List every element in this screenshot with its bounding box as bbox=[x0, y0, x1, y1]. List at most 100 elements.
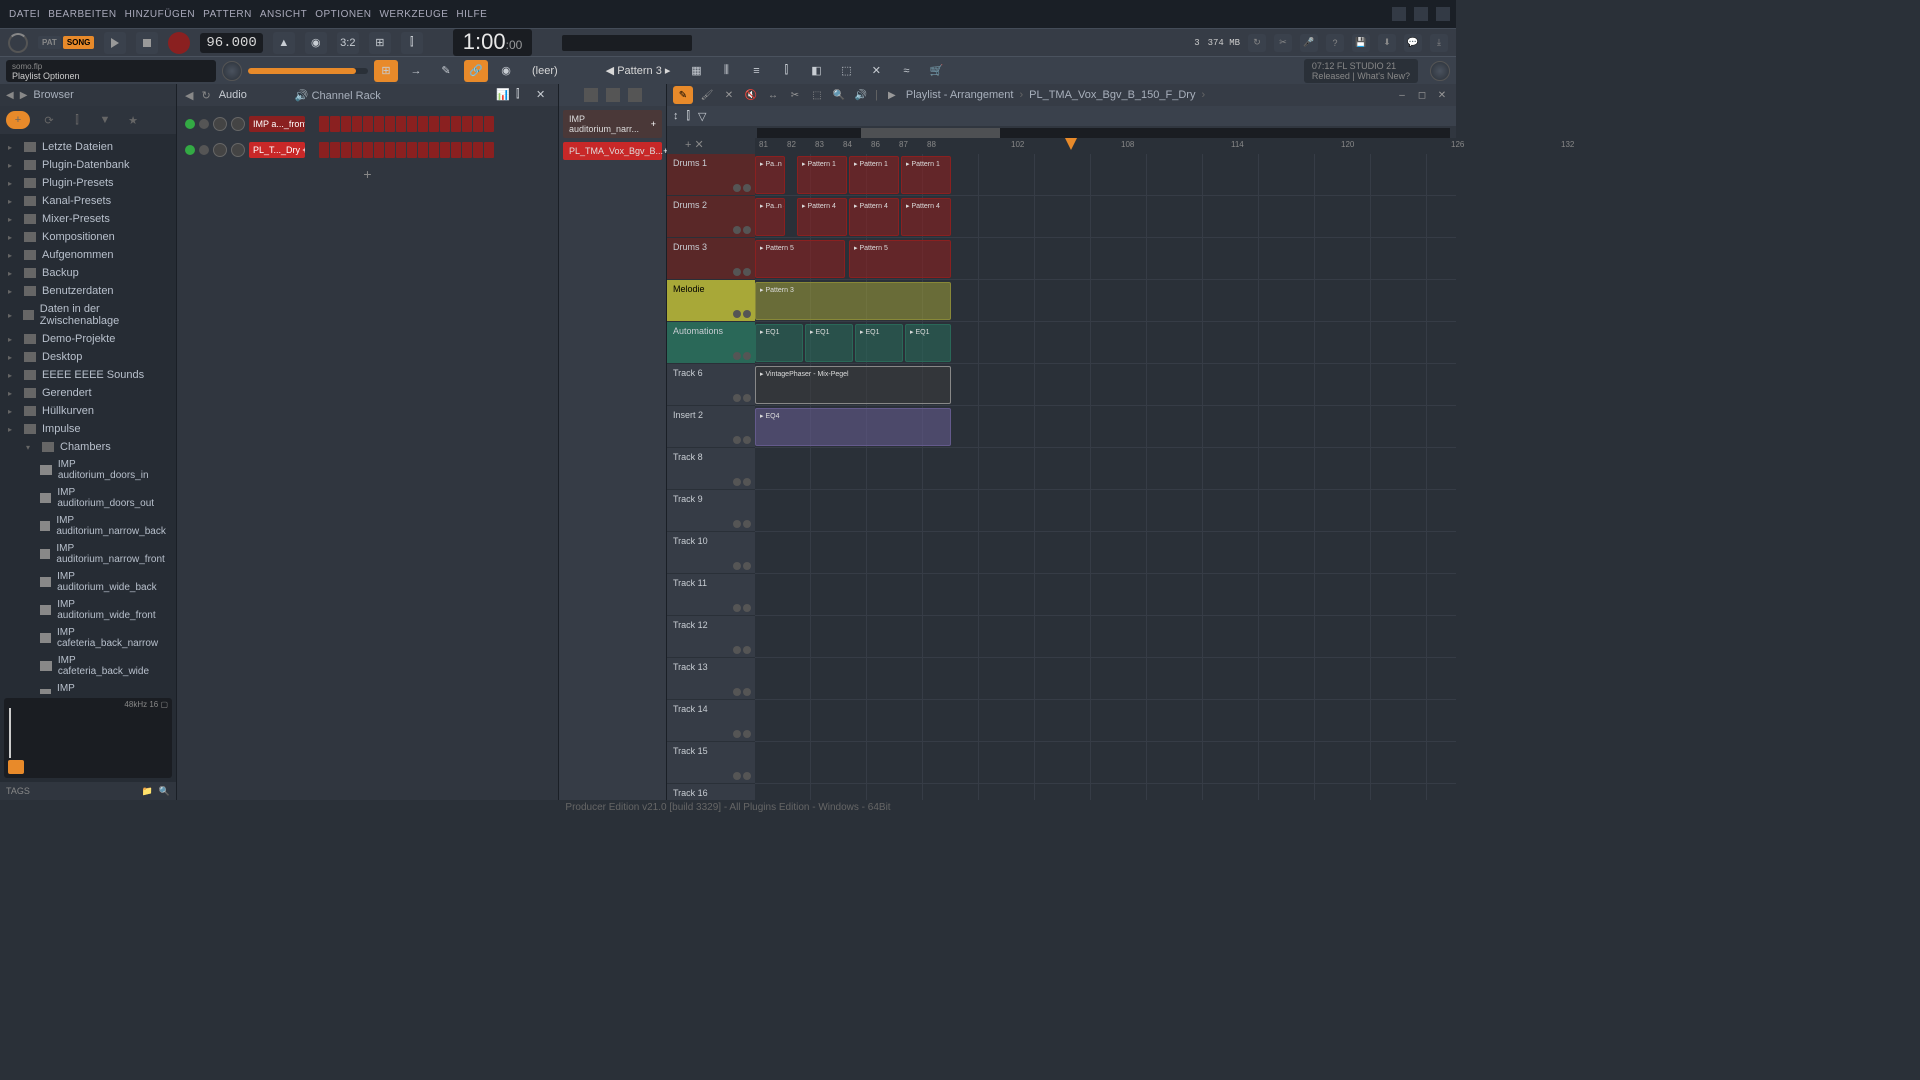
track-solo-icon[interactable] bbox=[743, 646, 751, 654]
mic-icon[interactable]: 🎤 bbox=[1300, 34, 1318, 52]
playlist-minimap[interactable] bbox=[757, 128, 1450, 138]
mute-tool-icon[interactable]: 🔇 bbox=[743, 87, 759, 103]
step-button[interactable] bbox=[396, 142, 406, 158]
playhead-marker[interactable] bbox=[1065, 138, 1077, 150]
link-control-icon[interactable]: 🔗 bbox=[464, 60, 488, 82]
picker-audio-icon[interactable] bbox=[628, 88, 642, 102]
draw-tool-icon[interactable]: ✎ bbox=[673, 86, 693, 104]
browser-fav-icon[interactable]: ★ bbox=[124, 111, 142, 129]
close-all-icon[interactable]: ✕ bbox=[864, 60, 888, 82]
track-solo-icon[interactable] bbox=[743, 226, 751, 234]
clip[interactable]: ▸ EQ1 bbox=[855, 324, 903, 362]
vol-knob[interactable] bbox=[231, 143, 245, 157]
pl-magnet-icon[interactable]: ⫿ bbox=[687, 110, 691, 123]
countdown-icon[interactable]: ◉ bbox=[305, 32, 327, 54]
track-header[interactable]: Automations bbox=[667, 322, 755, 364]
step-button[interactable] bbox=[363, 116, 373, 132]
tree-folder[interactable]: ▸Kanal-Presets bbox=[0, 192, 176, 210]
tree-folder[interactable]: ▸Aufgenommen bbox=[0, 246, 176, 264]
clip[interactable]: ▸ EQ1 bbox=[805, 324, 853, 362]
track-header[interactable]: Track 10 bbox=[667, 532, 755, 574]
clip[interactable]: ▸ Pattern 5 bbox=[849, 240, 951, 278]
clip[interactable]: ▸ Pattern 4 bbox=[797, 198, 847, 236]
track-mute-icon[interactable] bbox=[733, 268, 741, 276]
step-button[interactable] bbox=[451, 142, 461, 158]
tree-folder[interactable]: ▸Letzte Dateien bbox=[0, 138, 176, 156]
track-lane[interactable]: ▸ Pattern 3 bbox=[755, 280, 1456, 322]
track-header[interactable]: Track 8 bbox=[667, 448, 755, 490]
track-header[interactable]: Track 14 bbox=[667, 700, 755, 742]
step-button[interactable] bbox=[341, 142, 351, 158]
clip[interactable]: ▸ EQ1 bbox=[755, 324, 803, 362]
step-button[interactable] bbox=[440, 116, 450, 132]
clip[interactable]: ▸ Pattern 4 bbox=[901, 198, 951, 236]
clip[interactable]: ▸ Pattern 4 bbox=[849, 198, 899, 236]
track-mute-icon[interactable] bbox=[733, 730, 741, 738]
track-mute-icon[interactable] bbox=[733, 436, 741, 444]
zoom-tool-icon[interactable]: 🔍 bbox=[831, 87, 847, 103]
menu-pattern[interactable]: PATTERN bbox=[200, 7, 255, 22]
track-header[interactable]: Drums 3 bbox=[667, 238, 755, 280]
track-solo-icon[interactable] bbox=[743, 436, 751, 444]
pl-play-icon[interactable]: ▶ bbox=[884, 87, 900, 103]
channel-row[interactable]: PL_T..._Dry + bbox=[185, 140, 550, 160]
menu-hinzufügen[interactable]: HINZUFÜGEN bbox=[122, 7, 199, 22]
pan-knob[interactable] bbox=[213, 143, 227, 157]
clip[interactable]: ▸ VintagePhaser - Mix-Pegel bbox=[755, 366, 951, 404]
tree-file[interactable]: IMP auditorium_narrow_front bbox=[0, 540, 176, 568]
track-mute-icon[interactable] bbox=[733, 772, 741, 780]
tree-folder[interactable]: ▸Mixer-Presets bbox=[0, 210, 176, 228]
view-playlist-button[interactable]: ⊞ bbox=[374, 60, 398, 82]
tree-folder[interactable]: ▸Backup bbox=[0, 264, 176, 282]
track-mute-icon[interactable] bbox=[733, 646, 741, 654]
maximize-button[interactable] bbox=[1414, 7, 1428, 21]
paint-tool-icon[interactable]: 🖌 bbox=[699, 87, 715, 103]
track-solo-icon[interactable] bbox=[743, 688, 751, 696]
close-button[interactable] bbox=[1436, 7, 1450, 21]
download-icon[interactable]: ⤓ bbox=[1430, 34, 1448, 52]
tree-folder[interactable]: ▸Plugin-Datenbank bbox=[0, 156, 176, 174]
tree-folder[interactable]: ▸Benutzerdaten bbox=[0, 282, 176, 300]
step-button[interactable] bbox=[462, 142, 472, 158]
cr-step-icon[interactable]: ⫿ bbox=[516, 88, 530, 102]
cart-icon[interactable]: 🛒 bbox=[924, 60, 948, 82]
step-button[interactable] bbox=[484, 116, 494, 132]
track-mute-icon[interactable] bbox=[733, 352, 741, 360]
channel-name[interactable]: IMP a..._front + bbox=[249, 116, 305, 132]
tree-file[interactable]: IMP auditorium_doors_in bbox=[0, 456, 176, 484]
add-channel-button[interactable]: + bbox=[185, 166, 550, 182]
picker-auto-icon[interactable] bbox=[584, 88, 598, 102]
step-button[interactable] bbox=[440, 142, 450, 158]
track-solo-icon[interactable] bbox=[743, 394, 751, 402]
track-mute-icon[interactable] bbox=[733, 226, 741, 234]
step-button[interactable] bbox=[418, 116, 428, 132]
track-header[interactable]: Melodie bbox=[667, 280, 755, 322]
tree-folder[interactable]: ▸Desktop bbox=[0, 348, 176, 366]
track-lane[interactable] bbox=[755, 742, 1456, 784]
step-button[interactable] bbox=[385, 116, 395, 132]
step-button[interactable] bbox=[473, 116, 483, 132]
snap-selector[interactable]: (leer) bbox=[524, 62, 566, 80]
tree-file[interactable]: IMP cafeteria_back_narrow bbox=[0, 624, 176, 652]
pl-close-icon[interactable]: ✕ bbox=[1434, 87, 1450, 103]
main-volume-slider[interactable] bbox=[248, 68, 368, 74]
track-mute-icon[interactable] bbox=[733, 520, 741, 528]
menu-bearbeiten[interactable]: BEARBEITEN bbox=[45, 7, 119, 22]
step-icon[interactable]: ⊞ bbox=[369, 32, 391, 54]
track-lane[interactable]: ▸ EQ1▸ EQ1▸ EQ1▸ EQ1 bbox=[755, 322, 1456, 364]
clip[interactable]: ▸ Pattern 5 bbox=[755, 240, 845, 278]
tree-folder[interactable]: ▸Kompositionen bbox=[0, 228, 176, 246]
track-solo-icon[interactable] bbox=[743, 604, 751, 612]
track-mute-icon[interactable] bbox=[733, 394, 741, 402]
wait-icon[interactable]: 3:2 bbox=[337, 32, 359, 54]
track-lane[interactable] bbox=[755, 574, 1456, 616]
track-header[interactable]: Track 16 bbox=[667, 784, 755, 800]
track-lane[interactable]: ▸ EQ4 bbox=[755, 406, 1456, 448]
stop-button[interactable] bbox=[136, 32, 158, 54]
track-solo-icon[interactable] bbox=[743, 478, 751, 486]
pat-mode-button[interactable]: PAT bbox=[38, 36, 61, 49]
step-button[interactable] bbox=[363, 142, 373, 158]
step-button[interactable] bbox=[330, 142, 340, 158]
clip[interactable]: ▸ Pattern 3 bbox=[755, 282, 951, 320]
cr-fwd-icon[interactable]: ↻ bbox=[201, 89, 210, 102]
